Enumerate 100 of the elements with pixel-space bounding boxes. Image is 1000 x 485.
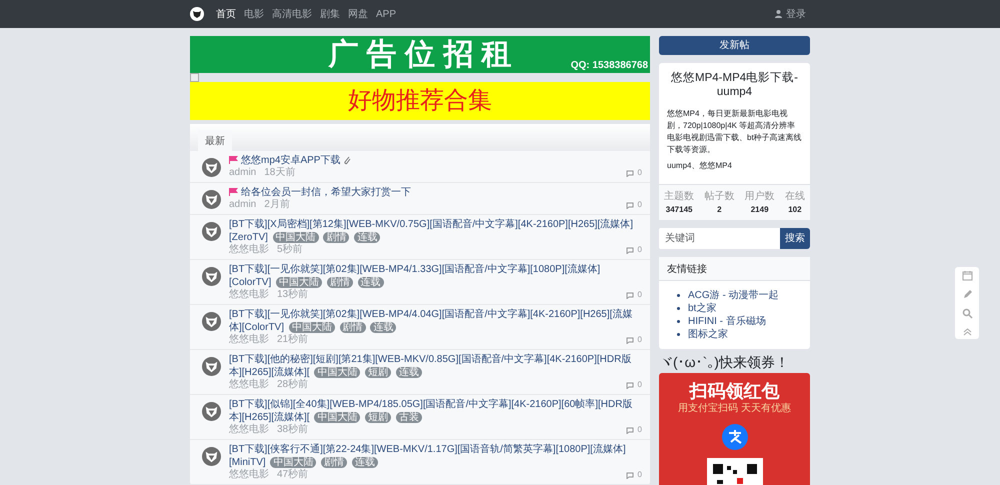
reply-count: 0	[638, 379, 642, 391]
post-time: 47秒前	[277, 469, 308, 481]
comment-icon	[626, 246, 634, 254]
comment-icon	[626, 382, 634, 388]
avatar-icon[interactable]	[202, 267, 221, 286]
banner-title: 广 告 位 招 租	[328, 37, 512, 73]
post-time: 2月前	[264, 199, 290, 211]
tag-badge[interactable]: 中国大陆	[272, 232, 319, 243]
tag-badge[interactable]: 连载	[352, 457, 378, 468]
avatar-icon[interactable]	[202, 312, 221, 331]
nav-link[interactable]: 网盘	[344, 6, 372, 22]
tag-badge[interactable]: 连载	[370, 322, 396, 333]
search-field[interactable]: 关键词	[659, 228, 780, 249]
stat-label: 帖子数	[704, 190, 734, 204]
thread-title-link[interactable]: [BT下载][似锦][全40集][WEB-MP4/185.05G][国语配音/中文字幕][4K-2160P][60帧率][HDR版本][H265][流媒体][ 中国大陆 短剧 古装	[229, 398, 642, 424]
thread-title-link[interactable]: [BT下载][他的秘密][短剧][第21集][WEB-MKV/0.85G][国语配音/中文字幕][4K-2160P][HDR版本][H265][流媒体][ 中国大陆 短剧 连载	[229, 353, 642, 379]
payment-logo-icon	[722, 424, 748, 450]
nav-link[interactable]: 电影	[240, 6, 268, 22]
tag-badge[interactable]: 剧情	[326, 277, 353, 288]
tag-badge[interactable]: 连载	[354, 232, 380, 243]
thread-title-link[interactable]: [BT下载][X局密档][第12集][WEB-MKV/0.75G][国语配音/中文字幕][4K-2160P][H265][流媒体][ZeroTV] 中国大陆 剧情 连载	[229, 218, 642, 244]
post-time: 5秒前	[277, 244, 303, 256]
coupon-heading: ヾ(･ω･`｡)快来领券！	[659, 352, 790, 371]
bullet-icon	[677, 294, 680, 297]
reply-count: 0	[638, 167, 642, 179]
bullet-icon	[677, 306, 680, 310]
friend-link[interactable]: HIFINI - 音乐磁场	[688, 314, 766, 328]
new-post-button[interactable]: 发新帖	[659, 36, 810, 55]
post-time: 13秒前	[277, 289, 308, 301]
comment-icon	[626, 170, 634, 176]
comment-icon	[626, 202, 634, 208]
comment-icon	[626, 336, 634, 344]
tag-badge[interactable]: 中国大陆	[276, 277, 322, 288]
reply-count: 0	[638, 334, 642, 346]
nav-link[interactable]: APP	[372, 6, 400, 22]
author-name[interactable]: 悠悠电影	[229, 334, 269, 346]
user-icon	[775, 10, 782, 18]
promo-banner[interactable]: 好物推荐合集	[190, 82, 650, 120]
avatar-icon[interactable]	[202, 158, 221, 177]
reply-count: 0	[638, 424, 642, 436]
comment-icon	[626, 472, 634, 478]
post-time: 18天前	[264, 167, 296, 179]
thread-title-link[interactable]: 悠悠mp4安卓APP下载	[229, 154, 642, 167]
avatar-icon[interactable]	[202, 447, 221, 466]
reply-count: 0	[638, 244, 642, 256]
author-name[interactable]: 悠悠电影	[229, 289, 269, 301]
tag-badge[interactable]: 短剧	[365, 367, 392, 378]
tag-badge[interactable]: 剧情	[340, 322, 366, 333]
reply-count: 0	[638, 199, 642, 211]
stat-value: 2	[716, 204, 723, 216]
coupon-card[interactable]: 扫码领红包 用支付宝扫码 天天有优惠	[659, 372, 810, 485]
friend-link[interactable]: 图标之家	[688, 328, 728, 341]
thread-title-link[interactable]: 给各位会员一封信，希望大家打赏一下	[229, 186, 642, 199]
friend-link[interactable]: bt之家	[688, 302, 716, 315]
tag-badge[interactable]: 短剧	[365, 412, 392, 423]
reply-count: 0	[638, 469, 642, 481]
author-name[interactable]: 悠悠电影	[229, 469, 269, 481]
bullet-icon	[677, 332, 680, 336]
coupon-subtitle: 用支付宝扫码 天天有优惠	[677, 402, 792, 416]
thread-title-link[interactable]: [BT下载][一见你就笑][第02集][WEB-MP4/4.04G][国语配音/中文字幕][4K-2160P][H265][流媒体][ColorTV] 中国大陆 剧情 连载	[229, 308, 642, 334]
logo-icon[interactable]	[190, 7, 204, 21]
comment-icon	[626, 426, 634, 434]
login-link[interactable]: 登录	[771, 6, 810, 22]
post-time: 28秒前	[277, 379, 308, 391]
site-description: 悠悠MP4，每日更新最新电影电视剧，720p|1080p|4K 等超高清分辨率电影电视剧迅雷下载、bt种子高速离线下载等资源。	[667, 108, 802, 156]
avatar-icon[interactable]	[202, 357, 221, 376]
tag-badge[interactable]: 连载	[396, 367, 422, 378]
thread-title-link[interactable]: [BT下载][一见你就笑][第02集][WEB-MP4/1.33G][国语配音/中文字幕][1080P][流媒体][ColorTV] 中国大陆 剧情 连载	[229, 263, 642, 289]
ad-banner[interactable]: 广 告 位 招 租 QQ: 1538386768	[190, 36, 650, 73]
avatar-icon[interactable]	[202, 222, 221, 241]
links-title: 友情链接	[659, 256, 810, 281]
author-name[interactable]: 悠悠电影	[229, 244, 269, 256]
stat-value: 347145	[664, 204, 694, 216]
comment-icon	[626, 292, 634, 298]
banner-contact: QQ: 1538386768	[570, 60, 648, 71]
thread-title-link[interactable]: [BT下载][侠客行不通][第22-24集][WEB-MKV/1.17G][国语音轨/简繁英字幕][1080P][流媒体][MiniTV] 中国大陆 剧情 连载	[229, 443, 642, 469]
post-time: 21秒前	[277, 334, 308, 346]
tag-badge[interactable]: 中国大陆	[288, 322, 335, 333]
tag-badge[interactable]: 中国大陆	[314, 367, 360, 378]
author-name[interactable]: 悠悠电影	[229, 379, 269, 391]
nav-link[interactable]: 高清电影	[268, 6, 316, 22]
tag-badge[interactable]: 连载	[358, 277, 384, 288]
author-name[interactable]: admin	[229, 167, 256, 179]
stat-label: 主题数	[664, 190, 694, 204]
avatar-icon[interactable]	[202, 190, 221, 209]
tag-badge[interactable]: 剧情	[321, 457, 348, 468]
nav-link[interactable]: 首页	[212, 6, 240, 22]
tag-badge[interactable]: 中国大陆	[314, 412, 360, 423]
tag-badge[interactable]: 剧情	[323, 232, 350, 243]
post-time: 38秒前	[277, 424, 308, 436]
avatar-icon[interactable]	[202, 402, 221, 421]
friend-link[interactable]: ACG游 - 动漫带一起	[688, 288, 779, 302]
tag-badge[interactable]: 中国大陆	[270, 457, 316, 468]
nav-link[interactable]: 剧集	[316, 6, 344, 22]
search-button[interactable]: 搜索	[780, 228, 810, 249]
author-name[interactable]: 悠悠电影	[229, 424, 269, 436]
author-name[interactable]: admin	[229, 199, 256, 211]
tag-badge[interactable]: 古装	[396, 412, 422, 423]
site-keywords: uump4、悠悠MP4	[667, 160, 733, 172]
stat-value: 2149	[750, 204, 770, 216]
